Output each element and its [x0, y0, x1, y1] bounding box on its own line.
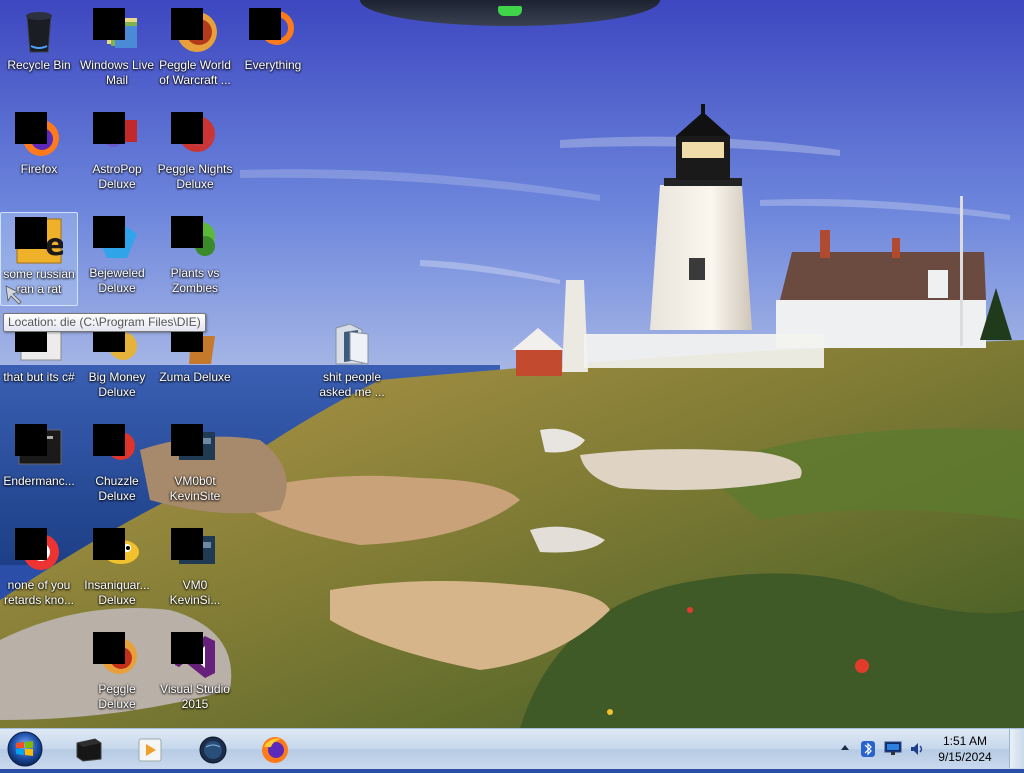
visual-studio-icon	[171, 632, 219, 680]
desktop-icon-label: Visual Studio 2015	[160, 682, 230, 711]
redaction-box	[171, 8, 203, 40]
desktop-icon-label: Peggle World of Warcraft ...	[159, 58, 231, 87]
black-box-icon	[76, 738, 102, 762]
vm-icon	[171, 424, 219, 472]
redaction-box	[93, 528, 125, 560]
desktop-icon-label: that but its c#	[3, 370, 75, 384]
redaction-box	[93, 8, 125, 40]
desktop-icon-vm0b0t-kevinsite[interactable]: VM0b0t KevinSite	[156, 420, 234, 514]
taskbar-app-firefox[interactable]	[248, 731, 302, 767]
desktop-icon-none-of-you-retards[interactable]: none of you retards kno...	[0, 524, 78, 618]
desktop-icon-label: VM0b0t KevinSite	[169, 474, 221, 503]
desktop-icon-label: Zuma Deluxe	[159, 370, 231, 384]
redaction-box	[171, 112, 203, 144]
bluetooth-icon[interactable]	[860, 740, 876, 758]
desktop-icon-peggle-world-of-warcraft[interactable]: Peggle World of Warcraft ...	[156, 4, 234, 98]
bejeweled-icon	[93, 216, 141, 264]
desktop-icon-shit-people-asked-me[interactable]: shit people asked me ...	[313, 316, 391, 410]
clock-date: 9/15/2024	[938, 750, 992, 764]
desktop-icon-vm0-kevinsite[interactable]: VM0 KevinSi...	[156, 524, 234, 618]
redaction-box	[249, 8, 281, 40]
redaction-box	[93, 632, 125, 664]
desktop-icon-label: Everything	[244, 58, 302, 72]
desktop-icon-label: Chuzzle Deluxe	[95, 474, 139, 503]
icon-tooltip: Location: die (C:\Program Files\DIE)	[3, 313, 206, 332]
desktop-icon-astropop-deluxe[interactable]: AstroPop Deluxe	[78, 108, 156, 202]
desktop-icon-label: Endermanc...	[3, 474, 75, 488]
desktop-icon-insaniquarium-deluxe[interactable]: Insaniquar... Deluxe	[78, 524, 156, 618]
astropop-icon	[93, 112, 141, 160]
folder-icon	[328, 320, 376, 368]
desktop-icon-plants-vs-zombies[interactable]: Plants vs Zombies	[156, 212, 234, 306]
desktop-icon-peggle-deluxe[interactable]: Peggle Deluxe	[78, 628, 156, 722]
redaction-box	[171, 216, 203, 248]
desktop-icon-label: Windows Live Mail	[79, 58, 155, 87]
show-hidden-icons-icon[interactable]	[840, 741, 850, 755]
desktop-icon-label: Bejeweled Deluxe	[89, 266, 145, 295]
die-icon: e	[15, 217, 65, 265]
desktop-icon-peggle-nights-deluxe[interactable]: Peggle Nights Deluxe	[156, 108, 234, 202]
redaction-box	[171, 528, 203, 560]
desktop-icon-label: AstroPop Deluxe	[92, 162, 142, 191]
network-icon[interactable]	[884, 741, 902, 757]
desktop-icon-endermanch[interactable]: Endermanc...	[0, 420, 78, 514]
desktop-icon-label: Peggle Deluxe	[98, 682, 136, 711]
chuzzle-icon	[93, 424, 141, 472]
redaction-box	[171, 424, 203, 456]
taskbar-clock[interactable]: 1:51 AM 9/15/2024	[930, 733, 1000, 765]
taskbar-app-media-player[interactable]	[122, 731, 176, 767]
firefox-icon	[15, 112, 63, 160]
desktop-icon-recycle-bin[interactable]: Recycle Bin	[0, 4, 78, 98]
peggle-nights-icon	[171, 112, 219, 160]
console-icon	[15, 424, 63, 472]
show-desktop-button[interactable]	[1009, 729, 1024, 768]
system-tray: 1:51 AM 9/15/2024	[834, 729, 1024, 769]
desktop-icon-everything[interactable]: Everything	[234, 4, 312, 98]
green-led-icon	[498, 6, 522, 16]
redaction-box	[15, 112, 47, 144]
mail-icon	[93, 8, 141, 56]
opera-icon	[15, 528, 63, 576]
mouse-pointer-icon	[5, 285, 22, 305]
desktop-icon-label: none of you retards kno...	[3, 578, 75, 607]
media-player-icon	[138, 738, 162, 762]
desktop-icon-label: Peggle Nights Deluxe	[157, 162, 233, 191]
desktop-icon-firefox[interactable]: Firefox	[0, 108, 78, 202]
desktop-icon-visual-studio-2015[interactable]: Visual Studio 2015	[156, 628, 234, 722]
fish-icon	[93, 528, 141, 576]
redaction-box	[93, 216, 125, 248]
redaction-box	[93, 424, 125, 456]
desktop-icon-label: Big Money Deluxe	[88, 370, 146, 399]
peggle-icon	[171, 8, 219, 56]
desktop-icon-chuzzle-deluxe[interactable]: Chuzzle Deluxe	[78, 420, 156, 514]
redaction-box	[15, 217, 47, 249]
taskbar-app-black-box[interactable]	[62, 731, 116, 767]
vm-icon	[171, 528, 219, 576]
peggle-deluxe-icon	[93, 632, 141, 680]
plants-vs-zombies-icon	[171, 216, 219, 264]
desktop-icon-label: Firefox	[20, 162, 58, 176]
redaction-box	[171, 632, 203, 664]
desktop-icon-label: Plants vs Zombies	[170, 266, 220, 295]
volume-icon[interactable]	[908, 740, 926, 758]
desktop-icon-bejeweled-deluxe[interactable]: Bejeweled Deluxe	[78, 212, 156, 306]
desktop-icon-label: Recycle Bin	[7, 58, 71, 72]
redaction-box	[15, 424, 47, 456]
desktop-icon-label: Insaniquar... Deluxe	[84, 578, 150, 607]
desktop-icon-windows-live-mail[interactable]: Windows Live Mail	[78, 4, 156, 98]
taskbar-app-globe[interactable]	[186, 731, 240, 767]
desktop-icon-label: shit people asked me ...	[319, 370, 385, 399]
redaction-box	[15, 528, 47, 560]
redaction-box	[93, 112, 125, 144]
search-icon	[249, 8, 297, 56]
desktop-icon-label: VM0 KevinSi...	[169, 578, 221, 607]
globe-icon	[199, 736, 227, 764]
firefox-icon	[262, 737, 288, 763]
clock-time: 1:51 AM	[942, 734, 988, 748]
start-button[interactable]	[5, 730, 45, 768]
taskbar: 1:51 AM 9/15/2024	[0, 728, 1024, 769]
svg-text:e: e	[45, 228, 63, 263]
recycle-bin-icon	[15, 8, 63, 56]
